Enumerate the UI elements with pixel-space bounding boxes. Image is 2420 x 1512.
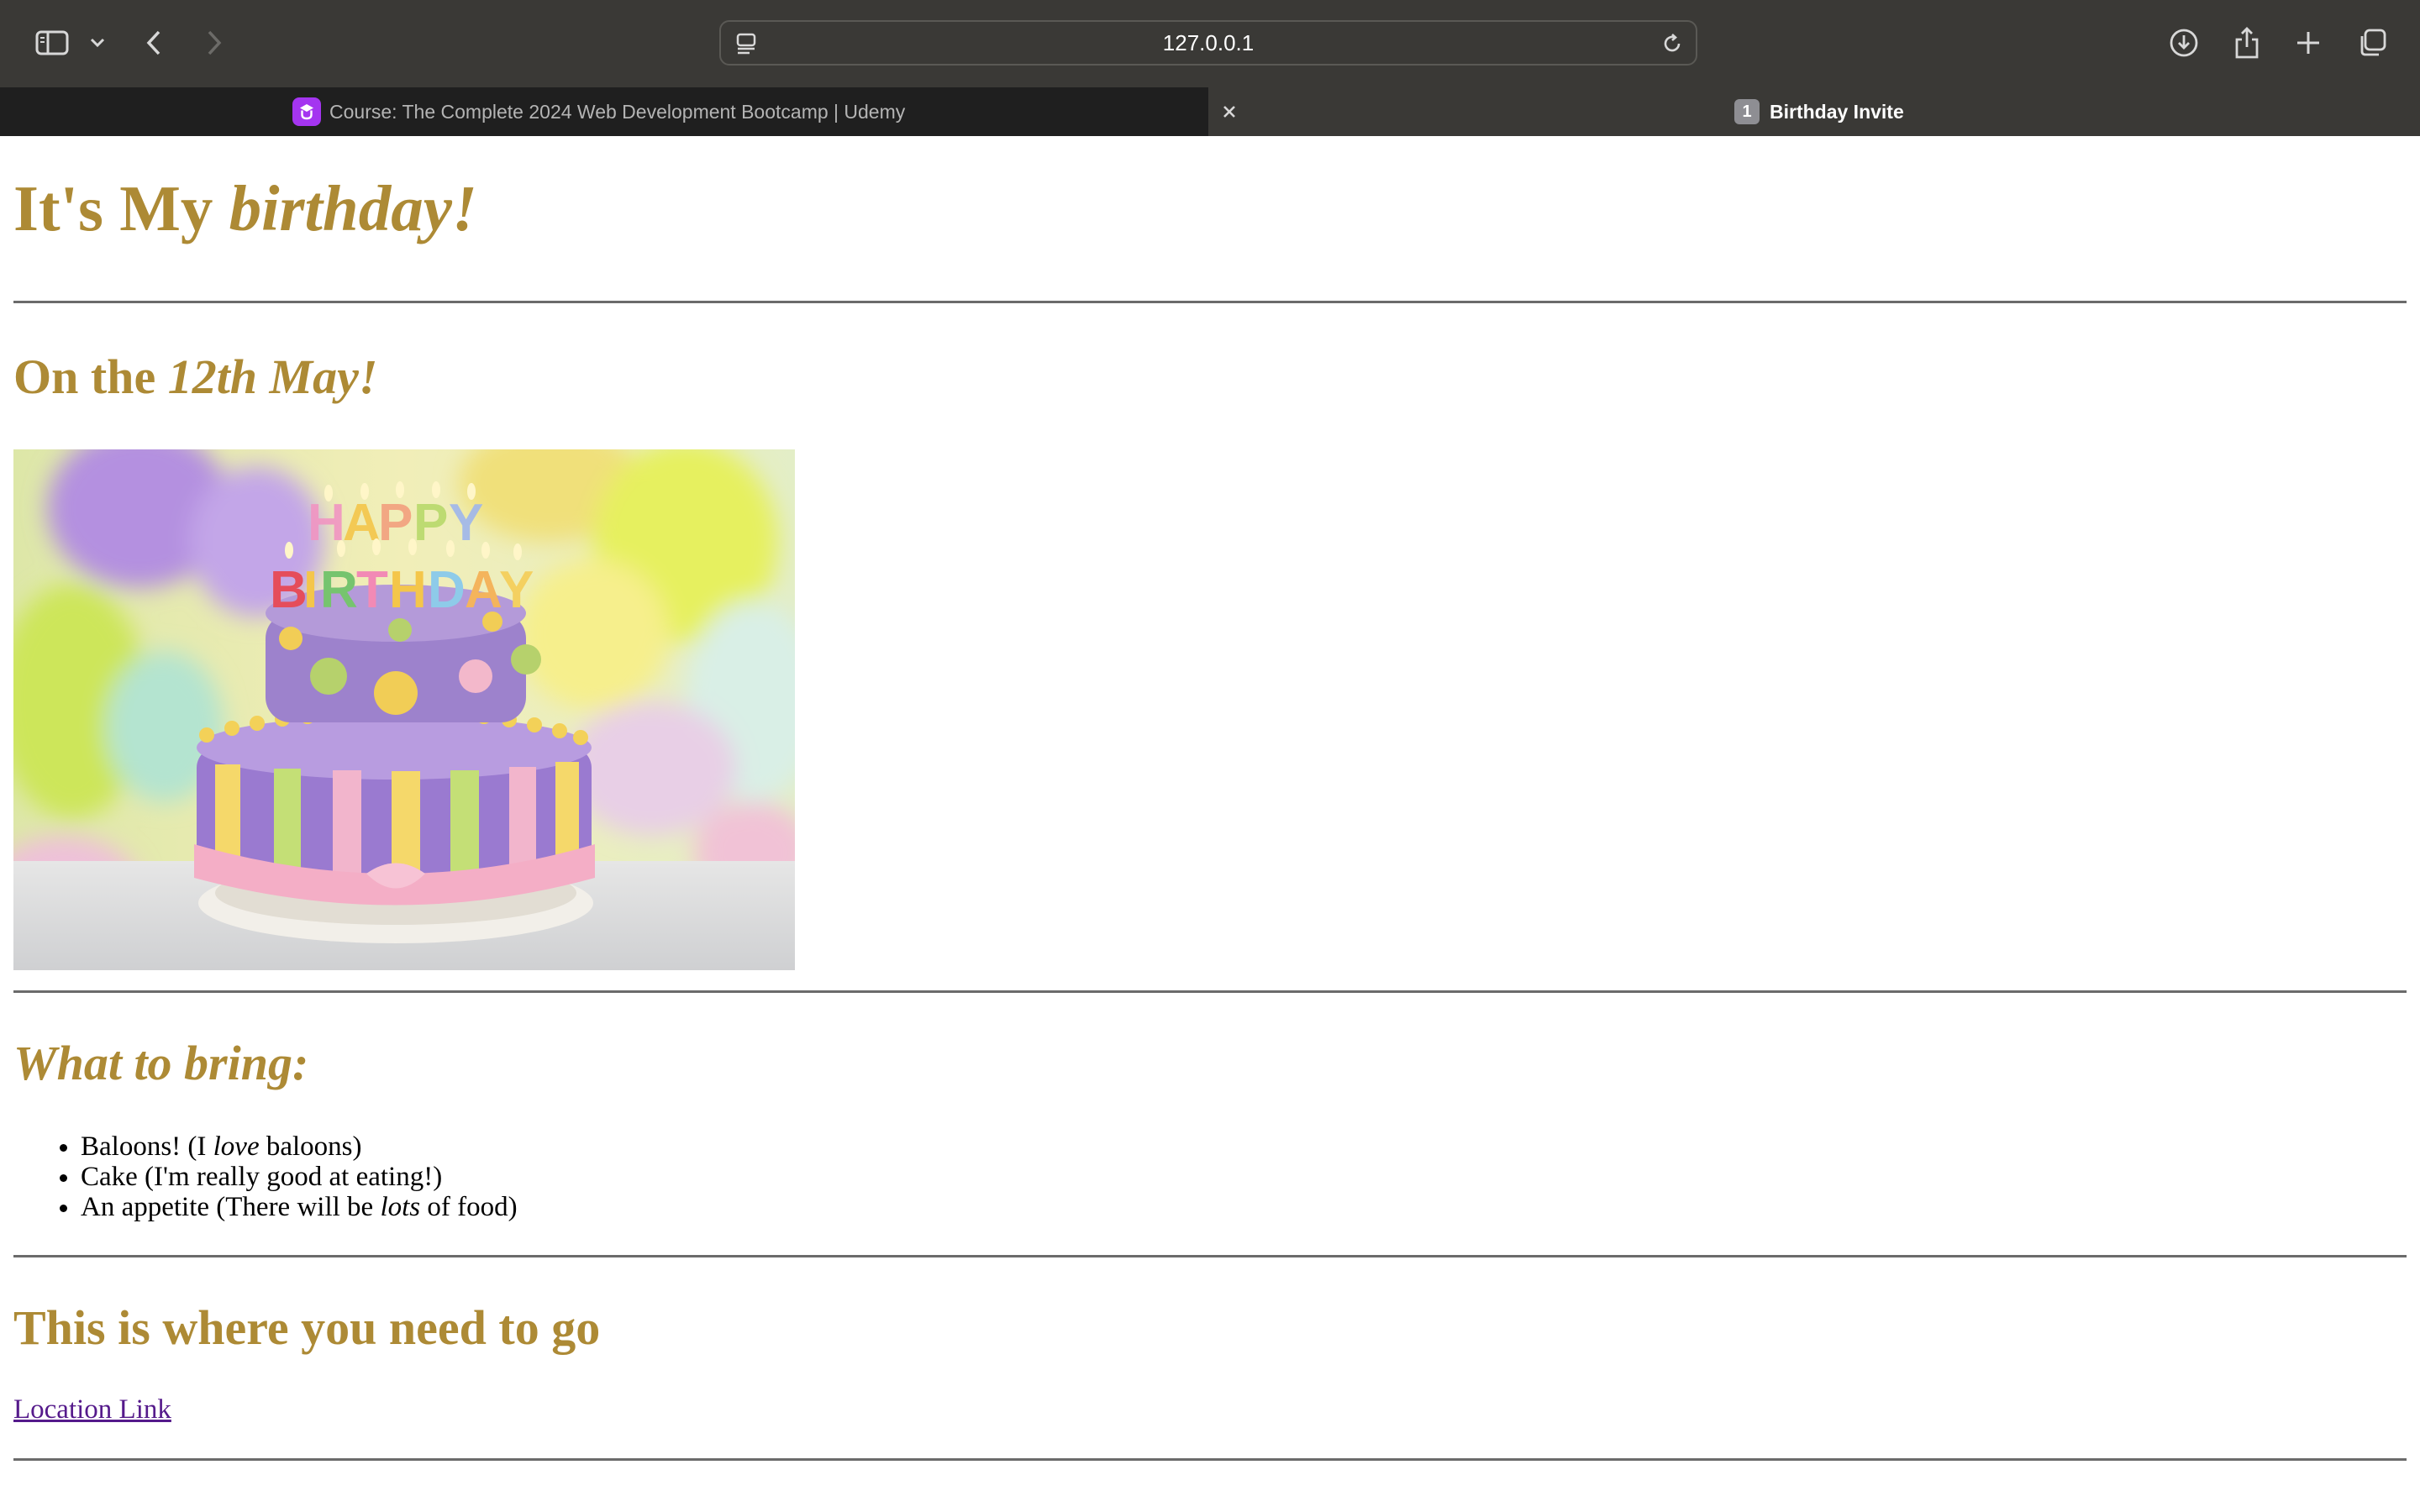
bring-list: Baloons! (I love baloons) Cake (I'm real…	[13, 1131, 518, 1222]
svg-text:D: D	[428, 561, 466, 619]
page-title: It's My birthday!	[13, 170, 477, 247]
birthday-cake-image: H A P P Y B I R T H D A Y	[13, 449, 795, 970]
svg-text:P: P	[378, 494, 413, 552]
download-icon[interactable]	[2166, 25, 2202, 60]
number-1-icon: 1	[1734, 99, 1760, 124]
forward-icon[interactable]	[202, 25, 227, 60]
date-heading: On the 12th May!	[13, 348, 377, 407]
web-page: It's My birthday! On the 12th May! H A P…	[0, 136, 2420, 1512]
item-text: baloons)	[259, 1131, 362, 1162]
address-text[interactable]: 127.0.0.1	[721, 22, 1696, 64]
title-plain: It's My	[13, 172, 229, 244]
svg-text:B: B	[270, 561, 308, 619]
share-icon[interactable]	[2230, 24, 2264, 62]
svg-text:Y: Y	[499, 561, 534, 619]
browser-toolbar: 127.0.0.1	[0, 0, 2420, 87]
back-icon[interactable]	[141, 25, 166, 60]
title-emphasis: birthday!	[229, 172, 477, 244]
date-plain: On the	[13, 349, 168, 404]
divider	[13, 990, 2407, 993]
svg-text:P: P	[413, 494, 448, 552]
svg-text:A: A	[465, 561, 502, 619]
item-text: An appetite (There will be	[81, 1192, 381, 1222]
tab-bar: Course: The Complete 2024 Web Developmen…	[0, 87, 2420, 136]
divider	[13, 301, 2407, 303]
sidebar-icon[interactable]	[32, 27, 72, 59]
item-text: Baloons! (I	[81, 1131, 213, 1162]
chevron-down-icon[interactable]	[87, 32, 108, 54]
svg-text:Y: Y	[449, 494, 483, 552]
svg-text:R: R	[320, 561, 358, 619]
location-heading: This is where you need to go	[13, 1300, 601, 1355]
list-item: Cake (I'm really good at eating!)	[81, 1162, 518, 1192]
list-item: An appetite (There will be lots of food)	[81, 1192, 518, 1222]
item-text: of food)	[420, 1192, 518, 1222]
svg-text:H: H	[389, 561, 427, 619]
divider	[13, 1255, 2407, 1257]
date-emphasis: 12th May!	[167, 349, 378, 404]
location-link[interactable]: Location Link	[13, 1394, 171, 1425]
new-tab-icon[interactable]	[2292, 27, 2324, 59]
tab-overview-icon[interactable]	[2354, 25, 2390, 60]
tab-udemy-label: Course: The Complete 2024 Web Developmen…	[329, 101, 906, 123]
svg-text:T: T	[356, 561, 388, 619]
reload-icon[interactable]	[1659, 30, 1686, 57]
item-emphasis: lots	[380, 1192, 421, 1222]
udemy-icon	[292, 97, 321, 126]
address-bar[interactable]: 127.0.0.1	[719, 20, 1697, 66]
tab-udemy[interactable]: Course: The Complete 2024 Web Developmen…	[0, 87, 1208, 136]
tab-birthday-label: Birthday Invite	[1770, 101, 1904, 123]
svg-text:I: I	[303, 561, 318, 619]
list-item: Baloons! (I love baloons)	[81, 1131, 518, 1162]
item-emphasis: love	[213, 1131, 260, 1162]
what-to-bring-heading: What to bring:	[13, 1036, 309, 1090]
divider	[13, 1458, 2407, 1461]
close-icon[interactable]	[1218, 101, 1240, 123]
item-text: Cake (I'm really good at eating!)	[81, 1162, 443, 1192]
